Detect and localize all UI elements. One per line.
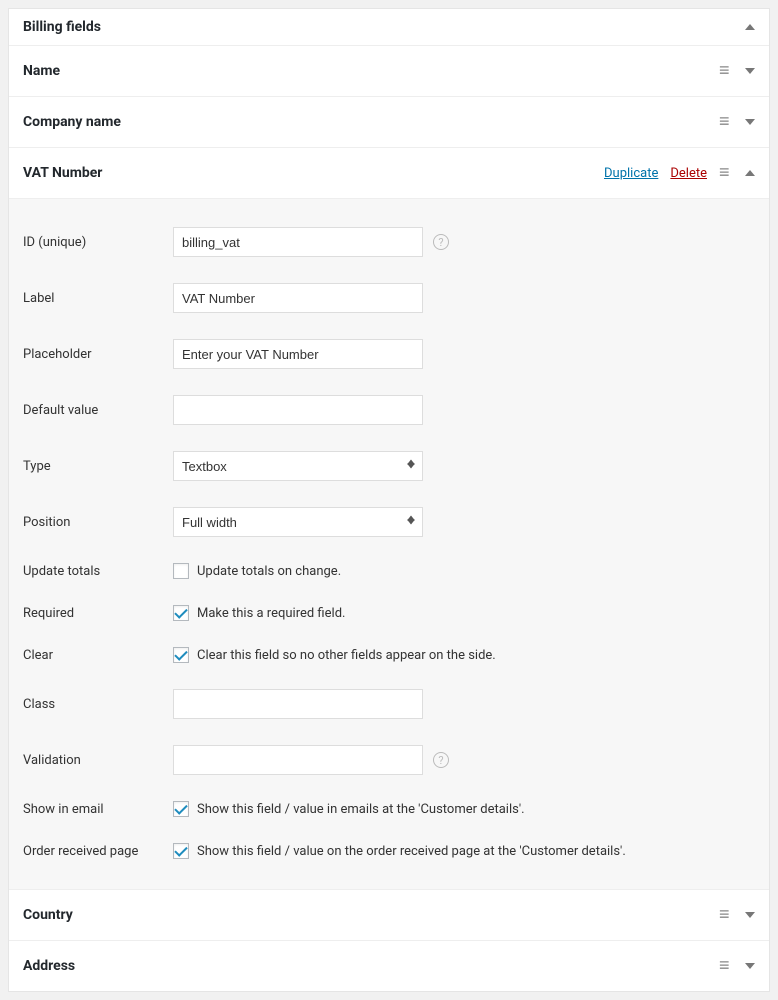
collapse-panel-icon[interactable] bbox=[745, 24, 755, 30]
duplicate-link[interactable]: Duplicate bbox=[604, 166, 658, 181]
label-id: ID (unique) bbox=[23, 235, 173, 250]
checkbox-text: Make this a required field. bbox=[197, 606, 345, 621]
panel-title: Billing fields bbox=[23, 19, 101, 35]
select-type[interactable]: Textbox bbox=[173, 451, 423, 481]
label-update-totals: Update totals bbox=[23, 564, 173, 579]
form-row-clear: Clear Clear this field so no other field… bbox=[23, 647, 755, 663]
checkbox-update-totals[interactable]: Update totals on change. bbox=[173, 563, 341, 579]
field-row-title: Country bbox=[23, 907, 73, 923]
form-row-required: Required Make this a required field. bbox=[23, 605, 755, 621]
form-row-default: Default value bbox=[23, 395, 755, 425]
label-order-received: Order received page bbox=[23, 844, 173, 859]
input-validation[interactable] bbox=[173, 745, 423, 775]
field-row-title: VAT Number bbox=[23, 165, 102, 181]
field-row-vat-header[interactable]: VAT Number Duplicate Delete bbox=[9, 148, 769, 199]
label-required: Required bbox=[23, 606, 173, 621]
input-label[interactable] bbox=[173, 283, 423, 313]
input-default[interactable] bbox=[173, 395, 423, 425]
label-placeholder: Placeholder bbox=[23, 347, 173, 362]
select-position[interactable]: Full width bbox=[173, 507, 423, 537]
form-row-placeholder: Placeholder bbox=[23, 339, 755, 369]
field-row-company[interactable]: Company name bbox=[9, 97, 769, 148]
checkbox-box bbox=[173, 801, 189, 817]
label-label: Label bbox=[23, 291, 173, 306]
field-row-controls bbox=[719, 113, 755, 131]
field-row-vat-body: ID (unique) ? Label Placeholder De bbox=[9, 199, 769, 890]
form-row-order-received: Order received page Show this field / va… bbox=[23, 843, 755, 859]
checkbox-clear[interactable]: Clear this field so no other fields appe… bbox=[173, 647, 496, 663]
field-row-controls: Duplicate Delete bbox=[604, 164, 755, 182]
drag-handle-icon[interactable] bbox=[719, 906, 733, 924]
delete-link[interactable]: Delete bbox=[670, 166, 707, 181]
input-placeholder[interactable] bbox=[173, 339, 423, 369]
page-root: Billing fields Name Company name VAT Num… bbox=[0, 0, 778, 1000]
label-type: Type bbox=[23, 459, 173, 474]
label-position: Position bbox=[23, 515, 173, 530]
form-row-show-email: Show in email Show this field / value in… bbox=[23, 801, 755, 817]
panel-header: Billing fields bbox=[9, 9, 769, 46]
form-row-update-totals: Update totals Update totals on change. bbox=[23, 563, 755, 579]
checkbox-box bbox=[173, 843, 189, 859]
form-row-validation: Validation ? bbox=[23, 745, 755, 775]
drag-handle-icon[interactable] bbox=[719, 62, 733, 80]
help-icon[interactable]: ? bbox=[433, 752, 449, 768]
panel-controls bbox=[745, 24, 755, 30]
expand-icon[interactable] bbox=[745, 963, 755, 969]
field-row-country[interactable]: Country bbox=[9, 890, 769, 941]
expand-icon[interactable] bbox=[745, 912, 755, 918]
checkbox-text: Clear this field so no other fields appe… bbox=[197, 648, 496, 663]
billing-fields-panel: Billing fields Name Company name VAT Num… bbox=[8, 8, 770, 992]
checkbox-box bbox=[173, 605, 189, 621]
checkbox-box bbox=[173, 563, 189, 579]
checkbox-order-received[interactable]: Show this field / value on the order rec… bbox=[173, 843, 626, 859]
drag-handle-icon[interactable] bbox=[719, 164, 733, 182]
field-row-title: Company name bbox=[23, 114, 121, 130]
checkbox-text: Show this field / value on the order rec… bbox=[197, 844, 626, 859]
drag-handle-icon[interactable] bbox=[719, 113, 733, 131]
form-row-id: ID (unique) ? bbox=[23, 227, 755, 257]
expand-icon[interactable] bbox=[745, 68, 755, 74]
collapse-icon[interactable] bbox=[745, 170, 755, 176]
input-class[interactable] bbox=[173, 689, 423, 719]
label-default: Default value bbox=[23, 403, 173, 418]
field-row-address[interactable]: Address bbox=[9, 941, 769, 991]
form-row-class: Class bbox=[23, 689, 755, 719]
input-id[interactable] bbox=[173, 227, 423, 257]
checkbox-required[interactable]: Make this a required field. bbox=[173, 605, 345, 621]
field-row-controls bbox=[719, 957, 755, 975]
label-show-email: Show in email bbox=[23, 802, 173, 817]
field-row-controls bbox=[719, 62, 755, 80]
form-row-type: Type Textbox bbox=[23, 451, 755, 481]
checkbox-text: Update totals on change. bbox=[197, 564, 341, 579]
field-row-title: Name bbox=[23, 63, 60, 79]
field-row-title: Address bbox=[23, 958, 75, 974]
drag-handle-icon[interactable] bbox=[719, 957, 733, 975]
field-row-controls bbox=[719, 906, 755, 924]
checkbox-box bbox=[173, 647, 189, 663]
help-icon[interactable]: ? bbox=[433, 234, 449, 250]
field-row-name[interactable]: Name bbox=[9, 46, 769, 97]
form-row-label: Label bbox=[23, 283, 755, 313]
checkbox-text: Show this field / value in emails at the… bbox=[197, 802, 525, 817]
form-row-position: Position Full width bbox=[23, 507, 755, 537]
label-validation: Validation bbox=[23, 753, 173, 768]
label-class: Class bbox=[23, 697, 173, 712]
checkbox-show-email[interactable]: Show this field / value in emails at the… bbox=[173, 801, 525, 817]
label-clear: Clear bbox=[23, 648, 173, 663]
expand-icon[interactable] bbox=[745, 119, 755, 125]
